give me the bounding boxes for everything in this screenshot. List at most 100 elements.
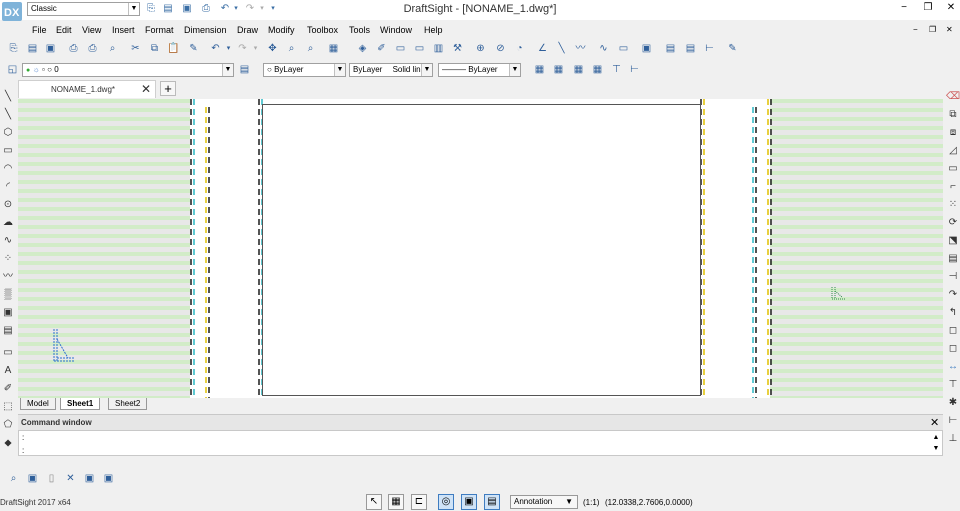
doc-minimize-icon[interactable]: − [913, 25, 918, 34]
text-style-icon[interactable]: ▦ [552, 63, 565, 76]
sheet-tab-model[interactable]: Model [20, 398, 56, 410]
circle-icon[interactable]: ⊘ [494, 42, 507, 55]
snap-toggle-icon[interactable]: ◎ [438, 494, 454, 510]
menu-file[interactable]: File [32, 25, 47, 35]
spline-icon[interactable]: ∿ [1, 234, 15, 248]
lineweight-toggle-icon[interactable]: ▤ [484, 494, 500, 510]
color-select[interactable]: ○ ByLayer ▼ [263, 63, 346, 77]
new-tab-button[interactable]: + [160, 81, 176, 96]
rectangle-icon[interactable]: ▭ [1, 144, 15, 158]
edit-polyline-icon[interactable]: ⊢ [946, 414, 960, 428]
angle-icon[interactable]: ∠ [536, 42, 549, 55]
cloud-icon[interactable]: ☁ [1, 216, 15, 230]
properties-icon[interactable]: ▦ [327, 42, 340, 55]
arc2-icon[interactable]: ◜ [1, 180, 15, 194]
menu-toolbox[interactable]: Toolbox [307, 25, 338, 35]
chevron-down-icon[interactable]: ▼ [421, 64, 432, 76]
fillet-icon[interactable]: ↰ [946, 306, 960, 320]
menu-modify[interactable]: Modify [268, 25, 295, 35]
table-icon[interactable]: ▤ [1, 324, 15, 338]
offset-icon[interactable]: ◿ [946, 144, 960, 158]
dimension-icon[interactable]: ⊢ [703, 42, 716, 55]
menu-edit[interactable]: Edit [56, 25, 72, 35]
close-icon[interactable]: ✕ [141, 82, 151, 96]
ortho-toggle-icon[interactable]: ⊏ [411, 494, 427, 510]
menu-dimension[interactable]: Dimension [184, 25, 227, 35]
open-folder-icon[interactable]: ▤ [26, 42, 39, 55]
table-style-icon[interactable]: ▦ [591, 63, 604, 76]
properties-icon[interactable]: ▣ [26, 472, 39, 485]
mirror-icon[interactable]: ⧈ [946, 126, 960, 140]
command-window-output[interactable]: : : [18, 430, 943, 456]
line-icon[interactable]: ╲ [1, 90, 15, 104]
palette-icon[interactable]: ▣ [83, 472, 96, 485]
linestyle-select[interactable]: ByLayer Solid line ▼ [349, 63, 433, 77]
command-scrollbar[interactable]: ▲ ▼ [930, 432, 942, 454]
note-icon[interactable]: ▭ [1, 346, 15, 360]
array-icon[interactable]: ⁙ [946, 198, 960, 212]
chart-icon[interactable]: ▤ [664, 42, 677, 55]
polygon-select-icon[interactable]: ⬠ [1, 418, 15, 432]
pattern-icon[interactable]: ▭ [946, 162, 960, 176]
scroll-up-icon[interactable]: ▲ [930, 432, 942, 443]
document-icon[interactable]: ▯ [45, 472, 58, 485]
break-icon[interactable]: ◻ [946, 342, 960, 356]
cross-icon[interactable]: ✕ [64, 472, 77, 485]
zoom-window-icon[interactable]: ⌕ [285, 42, 298, 55]
arc-icon[interactable]: ◠ [1, 162, 15, 176]
menu-view[interactable]: View [82, 25, 101, 35]
chevron-down-icon[interactable]: ▼ [509, 64, 520, 76]
zoom-previous-icon[interactable]: ⌕ [304, 42, 317, 55]
pencil-icon[interactable]: ✐ [375, 42, 388, 55]
menu-tools[interactable]: Tools [349, 25, 370, 35]
text-icon[interactable]: A [1, 364, 15, 378]
line-icon[interactable]: ╲ [555, 42, 568, 55]
point-icon[interactable]: ⊕ [474, 42, 487, 55]
chevron-down-icon[interactable]: ▾ [222, 42, 235, 55]
pen-icon[interactable]: ✐ [1, 382, 15, 396]
grid-toggle-icon[interactable]: ▦ [388, 494, 404, 510]
save-icon[interactable]: ▣ [44, 42, 57, 55]
paste-icon[interactable]: 📋 [167, 42, 180, 55]
multileader-style-icon[interactable]: ⊤ [610, 63, 623, 76]
menu-help[interactable]: Help [424, 25, 443, 35]
chevron-down-icon[interactable]: ▾ [249, 42, 262, 55]
scroll-down-icon[interactable]: ▼ [930, 443, 942, 454]
explode-icon[interactable]: ⊤ [946, 378, 960, 392]
document-tab[interactable]: NONAME_1.dwg* ✕ [18, 80, 156, 98]
style-icon[interactable]: ▦ [533, 63, 546, 76]
chamfer-icon[interactable]: ◻ [946, 324, 960, 338]
layer-icon[interactable]: ◱ [6, 63, 19, 76]
edit-icon[interactable]: ✎ [726, 42, 739, 55]
format-painter-icon[interactable]: ✎ [187, 42, 200, 55]
copy-icon[interactable]: ⧉ [148, 42, 161, 55]
point-icon[interactable]: ⁘ [1, 252, 15, 266]
print-preview-icon[interactable]: ⎙ [86, 42, 99, 55]
lineweight-select[interactable]: ——— ByLayer ▼ [438, 63, 521, 77]
dim-style-icon[interactable]: ▦ [572, 63, 585, 76]
new-file-icon[interactable]: ⎘ [7, 42, 20, 55]
polygon-icon[interactable]: ⬡ [1, 126, 15, 140]
table-icon[interactable]: ▥ [432, 42, 445, 55]
undo-icon[interactable]: ↶ [209, 42, 222, 55]
extend-icon[interactable]: ↷ [946, 288, 960, 302]
cut-icon[interactable]: ✂ [129, 42, 142, 55]
select-icon[interactable]: ⬚ [1, 400, 15, 414]
find-icon[interactable]: ⌕ [7, 472, 20, 485]
copy-icon[interactable]: ⧉ [946, 108, 960, 122]
circle-icon[interactable]: ⊙ [1, 198, 15, 212]
print-icon[interactable]: ⎙ [67, 42, 80, 55]
move-icon[interactable]: ⌐ [946, 180, 960, 194]
polyline-icon[interactable]: 〰 [574, 42, 587, 55]
chevron-down-icon[interactable]: ▼ [222, 64, 233, 76]
minimize-icon[interactable]: − [896, 1, 912, 15]
menu-format[interactable]: Format [145, 25, 174, 35]
sheet-tab-sheet2[interactable]: Sheet2 [108, 398, 148, 410]
shape-icon[interactable]: ⯁ [1, 438, 15, 452]
menu-insert[interactable]: Insert [112, 25, 135, 35]
drawing-canvas[interactable] [18, 99, 943, 398]
infinite-line-icon[interactable]: ╲ [1, 108, 15, 122]
stretch-icon[interactable]: ▤ [946, 252, 960, 266]
close-icon[interactable]: ✕ [930, 416, 939, 429]
chevron-down-icon[interactable]: ▼ [334, 64, 345, 76]
